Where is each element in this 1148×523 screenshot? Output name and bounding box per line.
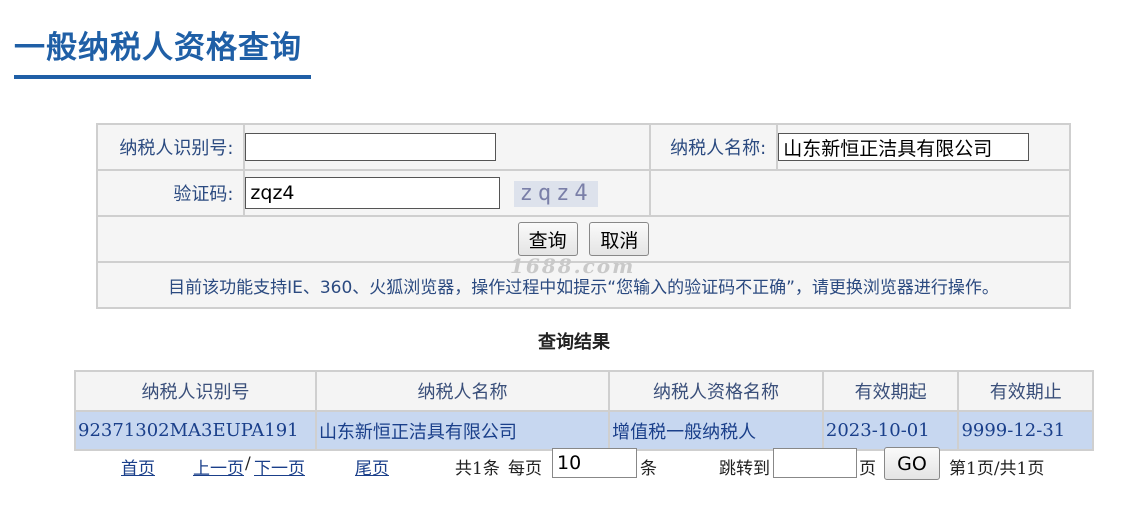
pager-separator: / — [245, 454, 251, 474]
cell-taxpayer-name: 山东新恒正洁具有限公司 — [314, 410, 611, 451]
page-title: 一般纳税人资格查询 — [14, 30, 302, 66]
cell-valid-from: 2023-10-01 — [821, 410, 960, 451]
query-form: 纳税人识别号: 纳税人名称: 验证码: zqz4 查询 取消 目前该功能支持IE… — [95, 123, 1072, 309]
column-header-qualification: 纳税人资格名称 — [608, 370, 824, 412]
cell-taxpayer-id: 92371302MA3EUPA191 — [74, 410, 317, 451]
jump-page-input[interactable] — [773, 448, 857, 478]
per-page-label: 每页 — [508, 459, 542, 479]
jump-label: 跳转到 — [719, 459, 770, 479]
pagination-bar: 首页 上一页 / 下一页 尾页 共1条 每页 条 跳转到 页 GO 第1页/共1… — [0, 446, 1148, 482]
column-header-valid-from: 有效期起 — [821, 370, 960, 412]
empty-cell — [648, 169, 1072, 217]
column-header-valid-to: 有效期止 — [957, 370, 1094, 412]
results-title: 查询结果 — [538, 332, 610, 353]
last-page-link[interactable]: 尾页 — [355, 454, 389, 479]
cancel-button[interactable]: 取消 — [589, 222, 650, 256]
table-row[interactable]: 92371302MA3EUPA191 山东新恒正洁具有限公司 增值税一般纳税人 … — [74, 410, 1094, 451]
results-table: 纳税人识别号 纳税人名称 纳税人资格名称 有效期起 有效期止 92371302M… — [74, 370, 1094, 451]
page-unit: 页 — [859, 459, 876, 479]
captcha-label: 验证码: — [95, 169, 246, 217]
search-button[interactable]: 查询 — [517, 222, 578, 256]
next-page-link[interactable]: 下一页 — [254, 454, 305, 479]
go-button[interactable]: GO — [884, 447, 940, 480]
taxpayer-name-label: 纳税人名称: — [648, 123, 779, 171]
taxpayer-name-input[interactable] — [778, 133, 1030, 161]
cell-valid-to: 9999-12-31 — [957, 410, 1094, 451]
title-underline — [14, 75, 311, 79]
watermark: 1688.com — [510, 254, 636, 278]
total-count: 共1条 — [455, 459, 500, 479]
column-header-taxpayer-name: 纳税人名称 — [314, 370, 611, 412]
column-header-taxpayer-id: 纳税人识别号 — [74, 370, 317, 412]
first-page-link[interactable]: 首页 — [121, 454, 155, 479]
results-header-row: 纳税人识别号 纳税人名称 纳税人资格名称 有效期起 有效期止 — [74, 370, 1094, 412]
per-page-unit: 条 — [640, 459, 657, 479]
per-page-input[interactable] — [552, 448, 637, 478]
taxpayer-id-label: 纳税人识别号: — [95, 123, 246, 171]
captcha-input[interactable] — [245, 177, 501, 209]
cell-qualification: 增值税一般纳税人 — [608, 410, 824, 451]
page-status: 第1页/共1页 — [949, 459, 1045, 479]
taxpayer-id-input[interactable] — [245, 133, 497, 161]
prev-page-link[interactable]: 上一页 — [193, 454, 244, 479]
captcha-image[interactable]: zqz4 — [514, 181, 599, 207]
